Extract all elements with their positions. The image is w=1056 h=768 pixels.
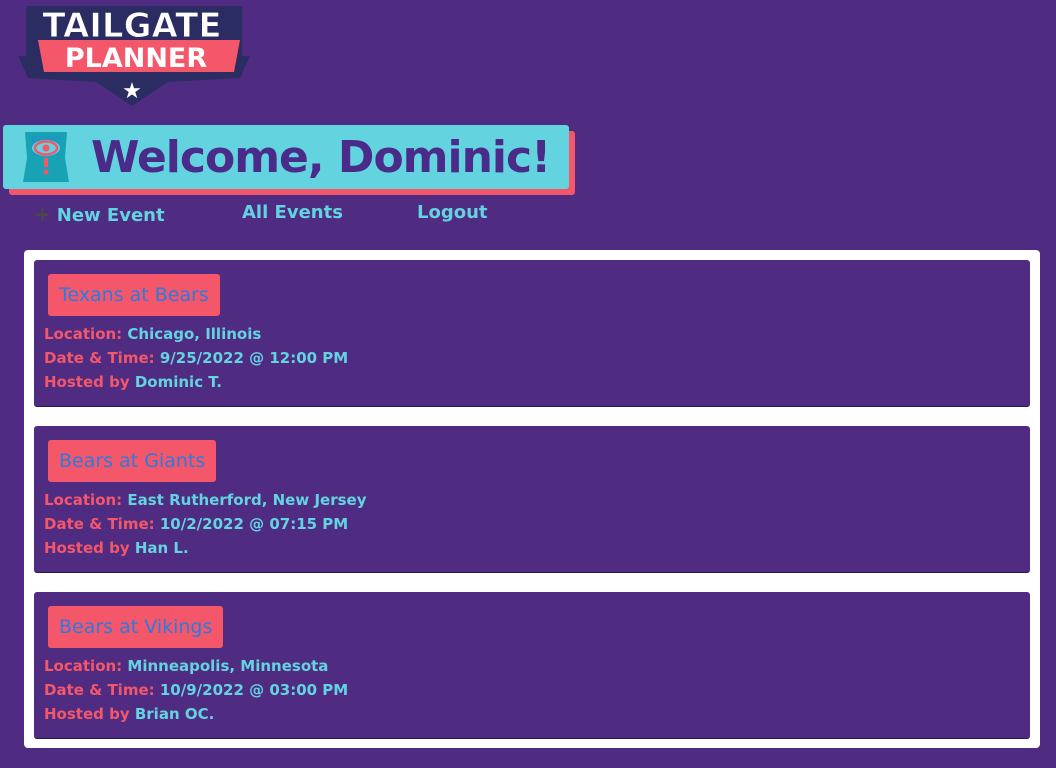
welcome-banner: Welcome, Dominic! — [3, 125, 575, 195]
event-location: Location: Minneapolis, Minnesota — [44, 657, 328, 675]
event-title-button[interactable]: Bears at Giants — [48, 440, 217, 482]
page: TAILGATE PLANNER ★ Welcome, Dominic! + N… — [0, 0, 1056, 768]
events-list: Texans at Bears Location: Chicago, Illin… — [24, 250, 1040, 748]
location-label: Location: — [44, 325, 123, 343]
event-host: Hosted by Dominic T. — [44, 373, 222, 391]
datetime-label: Date & Time: — [44, 681, 155, 699]
welcome-banner-body: Welcome, Dominic! — [3, 125, 569, 189]
logo-line-tailgate: TAILGATE — [42, 6, 221, 46]
datetime-label: Date & Time: — [44, 349, 155, 367]
datetime-value: 10/9/2022 @ 03:00 PM — [159, 681, 349, 699]
event-datetime: Date & Time: 9/25/2022 @ 12:00 PM — [44, 349, 348, 367]
logo-line-planner: PLANNER — [65, 43, 208, 74]
event-card: Bears at Giants Location: East Rutherfor… — [34, 426, 1030, 573]
datetime-label: Date & Time: — [44, 515, 155, 533]
host-value: Brian OC. — [134, 705, 215, 723]
new-event-label: New Event — [56, 205, 165, 226]
host-value: Han L. — [134, 539, 189, 557]
event-title-button[interactable]: Texans at Bears — [48, 274, 220, 316]
location-label: Location: — [44, 491, 123, 509]
all-events-link[interactable]: All Events — [242, 202, 343, 223]
datetime-value: 9/25/2022 @ 12:00 PM — [159, 349, 349, 367]
location-value: East Rutherford, New Jersey — [127, 491, 367, 509]
event-card: Bears at Vikings Location: Minneapolis, … — [34, 592, 1030, 739]
hosted-by-label: Hosted by — [44, 705, 130, 723]
host-value: Dominic T. — [134, 373, 222, 391]
event-host: Hosted by Brian OC. — [44, 705, 214, 723]
event-host: Hosted by Han L. — [44, 539, 189, 557]
new-event-link[interactable]: + New Event — [34, 202, 165, 226]
logout-link[interactable]: Logout — [417, 202, 488, 223]
datetime-value: 10/2/2022 @ 07:15 PM — [159, 515, 349, 533]
star-icon: ★ — [122, 79, 142, 104]
event-location: Location: Chicago, Illinois — [44, 325, 261, 343]
event-datetime: Date & Time: 10/2/2022 @ 07:15 PM — [44, 515, 348, 533]
event-title-button[interactable]: Bears at Vikings — [48, 606, 224, 648]
tailgate-planner-logo[interactable]: TAILGATE PLANNER ★ — [18, 4, 250, 108]
event-datetime: Date & Time: 10/9/2022 @ 03:00 PM — [44, 681, 348, 699]
location-value: Chicago, Illinois — [127, 325, 262, 343]
location-value: Minneapolis, Minnesota — [127, 657, 329, 675]
hosted-by-label: Hosted by — [44, 539, 130, 557]
location-label: Location: — [44, 657, 123, 675]
event-location: Location: East Rutherford, New Jersey — [44, 491, 366, 509]
hosted-by-label: Hosted by — [44, 373, 130, 391]
event-card: Texans at Bears Location: Chicago, Illin… — [34, 260, 1030, 407]
plus-icon: + — [34, 202, 51, 226]
referee-jersey-icon — [17, 128, 75, 186]
welcome-title: Welcome, Dominic! — [91, 131, 551, 183]
